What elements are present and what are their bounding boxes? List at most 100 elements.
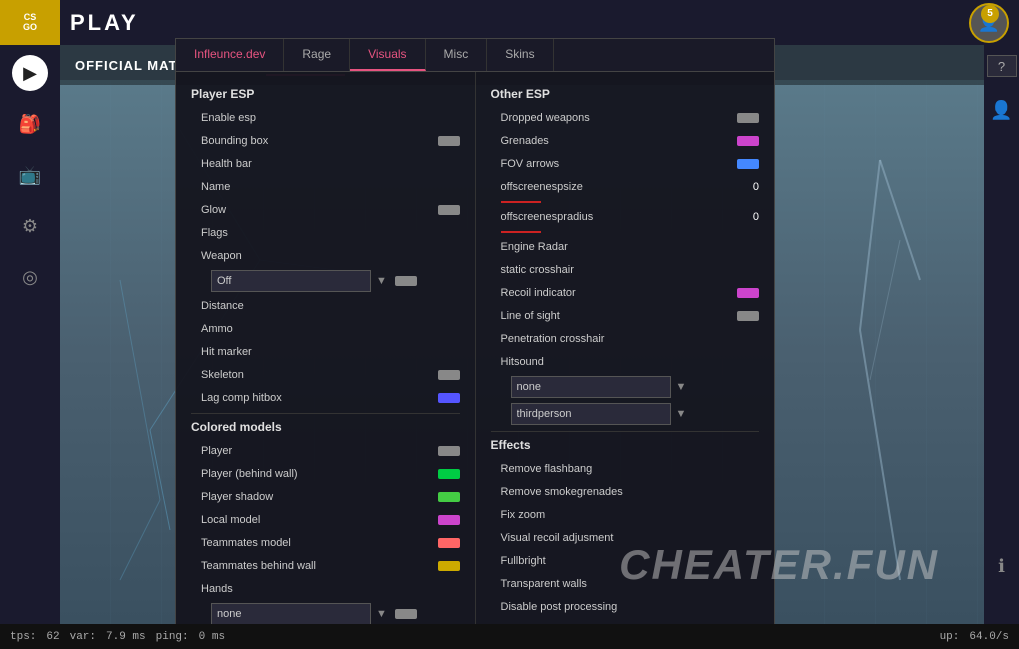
static-crosshair-label: static crosshair	[501, 264, 760, 276]
weapon-dropdown[interactable]: OffOn	[211, 270, 371, 292]
disable-post-processing-label: Disable post processing	[501, 601, 760, 613]
health-bar-label: Health bar	[201, 158, 460, 170]
player-behind-wall-row: Player (behind wall)	[191, 465, 460, 483]
skeleton-row: Skeleton	[191, 366, 460, 384]
hands-dropdown[interactable]: noneoption1	[211, 603, 371, 625]
fullbright-label: Fullbright	[501, 555, 760, 567]
recoil-indicator-row: Recoil indicator	[491, 284, 760, 302]
engine-radar-row: Engine Radar	[491, 238, 760, 256]
grenades-label: Grenades	[501, 135, 733, 147]
effects-header: Effects	[491, 438, 760, 452]
teammates-model-label: Teammates model	[201, 537, 433, 549]
recoil-indicator-label: Recoil indicator	[501, 287, 733, 299]
status-bar: tps: 62 var: 7.9 ms ping: 0 ms up: 64.0/…	[0, 624, 1019, 649]
ping-label: ping:	[156, 631, 189, 643]
tab-skins[interactable]: Skins	[487, 39, 553, 71]
right-user-icon[interactable]: 👤	[984, 92, 1019, 128]
player-color-swatch[interactable]	[438, 446, 460, 456]
bounding-box-row: Bounding box	[191, 132, 460, 150]
local-model-row: Local model	[191, 511, 460, 529]
player-shadow-swatch[interactable]	[438, 492, 460, 502]
dropped-weapons-label: Dropped weapons	[501, 112, 733, 124]
thirdperson-dropdown[interactable]: thirdpersonoff	[511, 403, 671, 425]
teammates-model-swatch[interactable]	[438, 538, 460, 548]
lag-comp-label: Lag comp hitbox	[201, 392, 433, 404]
visual-recoil-label: Visual recoil adjusment	[501, 532, 760, 544]
flags-row: Flags	[191, 224, 460, 242]
grenades-swatch[interactable]	[737, 136, 759, 146]
static-crosshair-row: static crosshair	[491, 261, 760, 279]
transparent-walls-label: Transparent walls	[501, 578, 760, 590]
hands-dropdown-row: noneoption1 ▼	[191, 603, 460, 625]
weapon-row: Weapon	[191, 247, 460, 265]
remove-smokegrenades-row: Remove smokegrenades	[491, 483, 760, 501]
left-column: Player ESP Enable esp Bounding box Healt…	[176, 72, 476, 647]
up-value: 64.0/s	[969, 631, 1009, 643]
flags-label: Flags	[201, 227, 460, 239]
enable-esp-label: Enable esp	[201, 112, 460, 124]
line-of-sight-swatch[interactable]	[737, 311, 759, 321]
bounding-box-label: Bounding box	[201, 135, 433, 147]
hitsound-label: Hitsound	[501, 356, 760, 368]
right-column: Other ESP Dropped weapons Grenades FOV a…	[476, 72, 775, 647]
left-sidebar: ▶ 🎒 📺 ⚙ ◎	[0, 45, 60, 624]
fix-zoom-label: Fix zoom	[501, 509, 760, 521]
up-label: up:	[940, 631, 960, 643]
player-color-row: Player	[191, 442, 460, 460]
health-bar-row: Health bar	[191, 155, 460, 173]
tab-rage[interactable]: Rage	[284, 39, 350, 71]
lag-comp-row: Lag comp hitbox	[191, 389, 460, 407]
cheat-body: Player ESP Enable esp Bounding box Healt…	[176, 72, 774, 647]
recoil-indicator-swatch[interactable]	[737, 288, 759, 298]
cheat-brand: Infleunce.dev	[176, 39, 284, 71]
skeleton-swatch[interactable]	[438, 370, 460, 380]
lag-comp-swatch[interactable]	[438, 393, 460, 403]
tab-visuals[interactable]: Visuals	[350, 39, 425, 71]
skeleton-label: Skeleton	[201, 369, 433, 381]
dropped-weapons-swatch[interactable]	[737, 113, 759, 123]
divider-3	[491, 431, 760, 432]
weapon-label: Weapon	[201, 250, 460, 262]
enable-esp-row: Enable esp	[191, 109, 460, 127]
right-info-icon[interactable]: ℹ	[984, 548, 1019, 584]
sidebar-gear-icon[interactable]: ⚙	[12, 208, 48, 244]
fov-arrows-row: FOV arrows	[491, 155, 760, 173]
dropped-weapons-row: Dropped weapons	[491, 109, 760, 127]
remove-smokegrenades-label: Remove smokegrenades	[501, 486, 760, 498]
offscreenespsize-label: offscreenespsize	[501, 181, 730, 193]
local-model-swatch[interactable]	[438, 515, 460, 525]
teammates-behind-wall-row: Teammates behind wall	[191, 557, 460, 575]
hitsound-dropdown[interactable]: nonebeepmetal	[511, 376, 671, 398]
offscreenespradius-row: offscreenespradius 0	[491, 208, 760, 226]
hit-marker-row: Hit marker	[191, 343, 460, 361]
sidebar-target-icon[interactable]: ◎	[12, 259, 48, 295]
distance-label: Distance	[201, 300, 460, 312]
sidebar-bag-icon[interactable]: 🎒	[12, 106, 48, 142]
offscreenespradius-value[interactable]: 0	[729, 211, 759, 223]
player-esp-header: Player ESP	[191, 87, 460, 101]
fullbright-row: Fullbright	[491, 552, 760, 570]
question-button[interactable]: ?	[987, 55, 1017, 77]
player-shadow-label: Player shadow	[201, 491, 433, 503]
player-behind-wall-swatch[interactable]	[438, 469, 460, 479]
hitsound-row: Hitsound	[491, 353, 760, 371]
tab-misc[interactable]: Misc	[426, 39, 488, 71]
var-label: var:	[70, 631, 96, 643]
top-right-area: 👤 5	[969, 3, 1009, 43]
ammo-label: Ammo	[201, 323, 460, 335]
glow-swatch[interactable]	[438, 205, 460, 215]
fov-arrows-swatch[interactable]	[737, 159, 759, 169]
hands-dropdown-swatch[interactable]	[395, 609, 417, 619]
csgo-logo: CSGO	[0, 0, 60, 45]
sidebar-tv-icon[interactable]: 📺	[12, 157, 48, 193]
weapon-dropdown-row: OffOn ▼	[191, 270, 460, 292]
var-value: 7.9 ms	[106, 631, 146, 643]
offscreenespsize-value[interactable]: 0	[729, 181, 759, 193]
play-title: PLAY	[70, 10, 139, 36]
player-color-label: Player	[201, 445, 433, 457]
ammo-row: Ammo	[191, 320, 460, 338]
sidebar-play-button[interactable]: ▶	[12, 55, 48, 91]
bounding-box-swatch[interactable]	[438, 136, 460, 146]
teammates-behind-wall-swatch[interactable]	[438, 561, 460, 571]
weapon-dropdown-swatch[interactable]	[395, 276, 417, 286]
